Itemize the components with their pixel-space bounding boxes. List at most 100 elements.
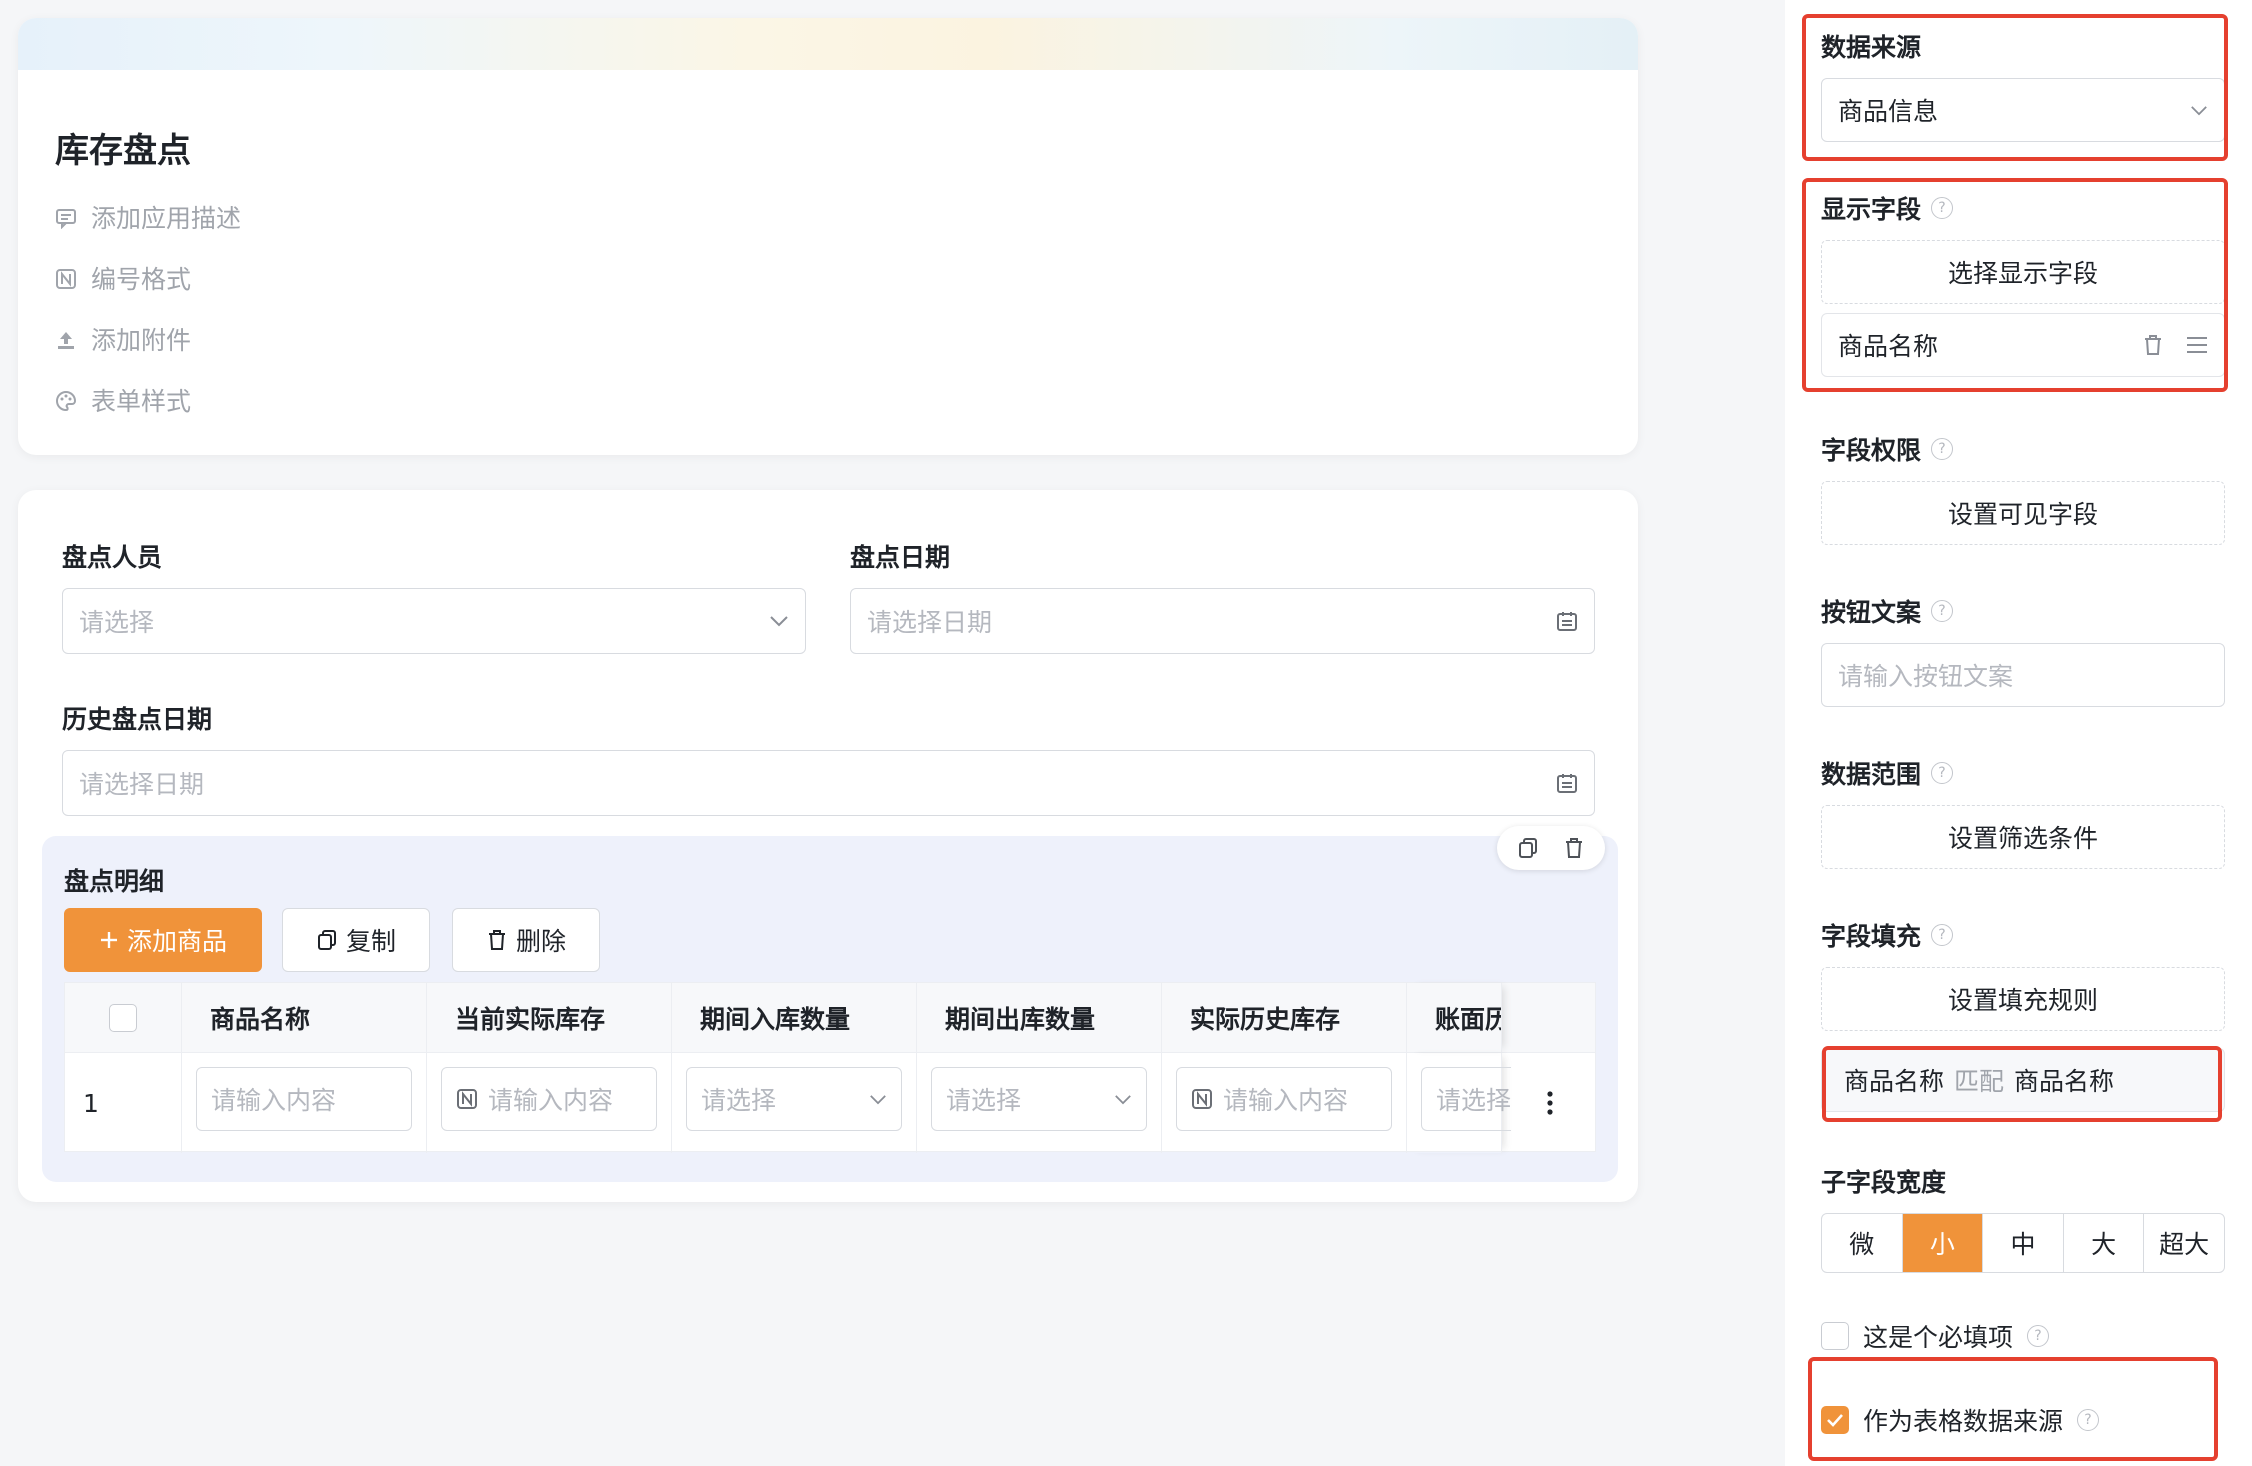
inventory-date-picker[interactable]: 请选择日期: [850, 588, 1595, 654]
calendar-icon: [1557, 612, 1577, 631]
select-display-fields-button[interactable]: 选择显示字段: [1821, 240, 2225, 304]
trash-icon[interactable]: [1563, 837, 1585, 859]
button-text-input[interactable]: 请输入按钮文案: [1821, 643, 2225, 707]
trash-icon[interactable]: [2142, 334, 2164, 356]
help-icon[interactable]: ?: [1931, 600, 1954, 622]
copy-button[interactable]: 复制: [282, 908, 430, 972]
field-fill-title: 字段填充: [1821, 922, 1922, 951]
subfield-width-segmented: 微 小 中 大 超大: [1821, 1213, 2225, 1273]
data-source-label: 数据来源: [1821, 28, 1921, 64]
set-filter-button[interactable]: 设置筛选条件: [1821, 805, 2225, 869]
help-icon[interactable]: ?: [1931, 197, 1954, 219]
table-source-checkbox-row[interactable]: 作为表格数据来源 ?: [1821, 1402, 2100, 1438]
inventory-detail-subform[interactable]: 盘点明细 添加商品 复制 删除 商品名称 当前实际库存 期间入库数量 期间出库数…: [42, 826, 1618, 1182]
add-description-link[interactable]: 添加应用描述: [55, 199, 241, 235]
table-header-cell: 期间出库数量: [917, 983, 1162, 1052]
history-date-placeholder: 请选择日期: [79, 770, 205, 799]
add-product-button[interactable]: 添加商品: [64, 908, 262, 972]
required-checkbox[interactable]: [1821, 1322, 1849, 1350]
comment-icon: [55, 206, 77, 230]
form-body-card: 盘点人员 请选择 盘点日期 请选择日期 历史盘点日期 请选择日期 盘点明细 添加…: [18, 490, 1638, 1202]
table-cell: 请输入内容: [1162, 1053, 1407, 1153]
cell-placeholder: 请输入内容: [488, 1086, 614, 1115]
button-text-placeholder: 请输入按钮文案: [1838, 662, 2014, 691]
cell-placeholder: 请输入内容: [211, 1086, 337, 1115]
copy-icon: [317, 930, 336, 950]
inventory-date-label: 盘点日期: [850, 543, 951, 572]
product-name-input[interactable]: 请输入内容: [196, 1067, 412, 1131]
copy-icon[interactable]: [1517, 837, 1539, 859]
help-icon[interactable]: ?: [1931, 924, 1954, 946]
column-header: 账面历史: [1435, 1004, 1501, 1034]
display-fields-label: 显示字段 ?: [1821, 190, 1954, 226]
book-history-select[interactable]: 请选择: [1421, 1067, 1511, 1131]
column-header: 当前实际库存: [455, 1004, 606, 1034]
data-source-select[interactable]: 商品信息: [1821, 78, 2225, 142]
fill-rule-item[interactable]: 商品名称 匹配 商品名称: [1821, 1048, 2225, 1112]
chevron-down-icon: [2191, 105, 2207, 115]
table-source-label: 作为表格数据来源: [1863, 1407, 2064, 1436]
header-gradient-banner: [18, 18, 1638, 70]
width-option-tiny[interactable]: 微: [1822, 1214, 1903, 1272]
history-stock-input[interactable]: 请输入内容: [1176, 1067, 1392, 1131]
chevron-down-icon: [770, 616, 788, 627]
subfield-width-title: 子字段宽度: [1821, 1168, 1947, 1197]
required-checkbox-row[interactable]: 这是个必填项 ?: [1821, 1318, 2050, 1354]
check-icon: [1827, 1414, 1843, 1427]
period-inbound-select[interactable]: 请选择: [686, 1067, 902, 1131]
add-attachment-label: 添加附件: [91, 326, 192, 355]
table-cell: 请输入内容: [427, 1053, 672, 1153]
table-cell: 请选择: [1407, 1053, 1511, 1153]
help-icon[interactable]: ?: [2077, 1409, 2100, 1431]
more-vertical-icon[interactable]: [1546, 1091, 1553, 1115]
table-row: 1 请输入内容 请输入内容 请选择 请选择 请输入内容 请选择: [65, 1053, 1595, 1153]
history-date-picker[interactable]: 请选择日期: [62, 750, 1595, 816]
number-icon: [457, 1089, 477, 1109]
period-outbound-select[interactable]: 请选择: [931, 1067, 1147, 1131]
width-option-medium[interactable]: 中: [1983, 1214, 2064, 1272]
numbering-format-label: 编号格式: [91, 265, 192, 294]
set-fill-rule-button[interactable]: 设置填充规则: [1821, 967, 2225, 1031]
calendar-icon: [1557, 774, 1577, 793]
table-header-row: 商品名称 当前实际库存 期间入库数量 期间出库数量 实际历史库存 账面历史: [65, 983, 1595, 1053]
delete-button[interactable]: 删除: [452, 908, 600, 972]
palette-icon: [55, 389, 77, 412]
cell-placeholder: 请选择: [1436, 1086, 1511, 1115]
data-range-label: 数据范围 ?: [1821, 755, 1954, 791]
help-icon[interactable]: ?: [2027, 1325, 2050, 1347]
drag-handle-icon[interactable]: [2186, 336, 2208, 354]
table-cell: 请选择: [672, 1053, 917, 1153]
table-header-cell: 当前实际库存: [427, 983, 672, 1052]
numbering-format-link[interactable]: 编号格式: [55, 260, 191, 296]
fill-rule-target: 商品名称: [1844, 1067, 1945, 1096]
row-index: 1: [83, 1088, 99, 1118]
width-option-extra-large[interactable]: 超大: [2144, 1214, 2224, 1272]
set-visible-fields-button[interactable]: 设置可见字段: [1821, 481, 2225, 545]
help-icon[interactable]: ?: [1931, 762, 1954, 784]
width-option-large[interactable]: 大: [2064, 1214, 2145, 1272]
help-icon[interactable]: ?: [1931, 438, 1954, 460]
form-title[interactable]: 库存盘点: [55, 123, 191, 172]
plus-icon: [100, 932, 117, 948]
column-header: 商品名称: [210, 1004, 311, 1034]
table-source-checkbox[interactable]: [1821, 1406, 1849, 1434]
display-field-item[interactable]: 商品名称: [1821, 313, 2225, 377]
width-option-small[interactable]: 小: [1902, 1214, 1984, 1272]
delete-label: 删除: [515, 927, 566, 956]
add-attachment-link[interactable]: 添加附件: [55, 321, 191, 357]
column-header: 实际历史库存: [1190, 1004, 1341, 1034]
data-source-value: 商品信息: [1838, 97, 1939, 126]
inventory-person-placeholder: 请选择: [79, 608, 155, 637]
select-all-checkbox[interactable]: [109, 1003, 137, 1032]
chevron-down-icon: [1115, 1094, 1131, 1104]
data-range-title: 数据范围: [1821, 760, 1922, 789]
table-header-cell: 商品名称: [182, 983, 427, 1052]
current-stock-input[interactable]: 请输入内容: [441, 1067, 657, 1131]
row-index-cell: 1: [65, 1053, 182, 1153]
button-text-title: 按钮文案: [1821, 598, 1922, 627]
form-style-link[interactable]: 表单样式: [55, 382, 191, 418]
cell-placeholder: 请输入内容: [1223, 1086, 1349, 1115]
fill-rule-match: 匹配: [1954, 1067, 2005, 1096]
chevron-down-icon: [870, 1094, 886, 1104]
inventory-person-select[interactable]: 请选择: [62, 588, 806, 654]
